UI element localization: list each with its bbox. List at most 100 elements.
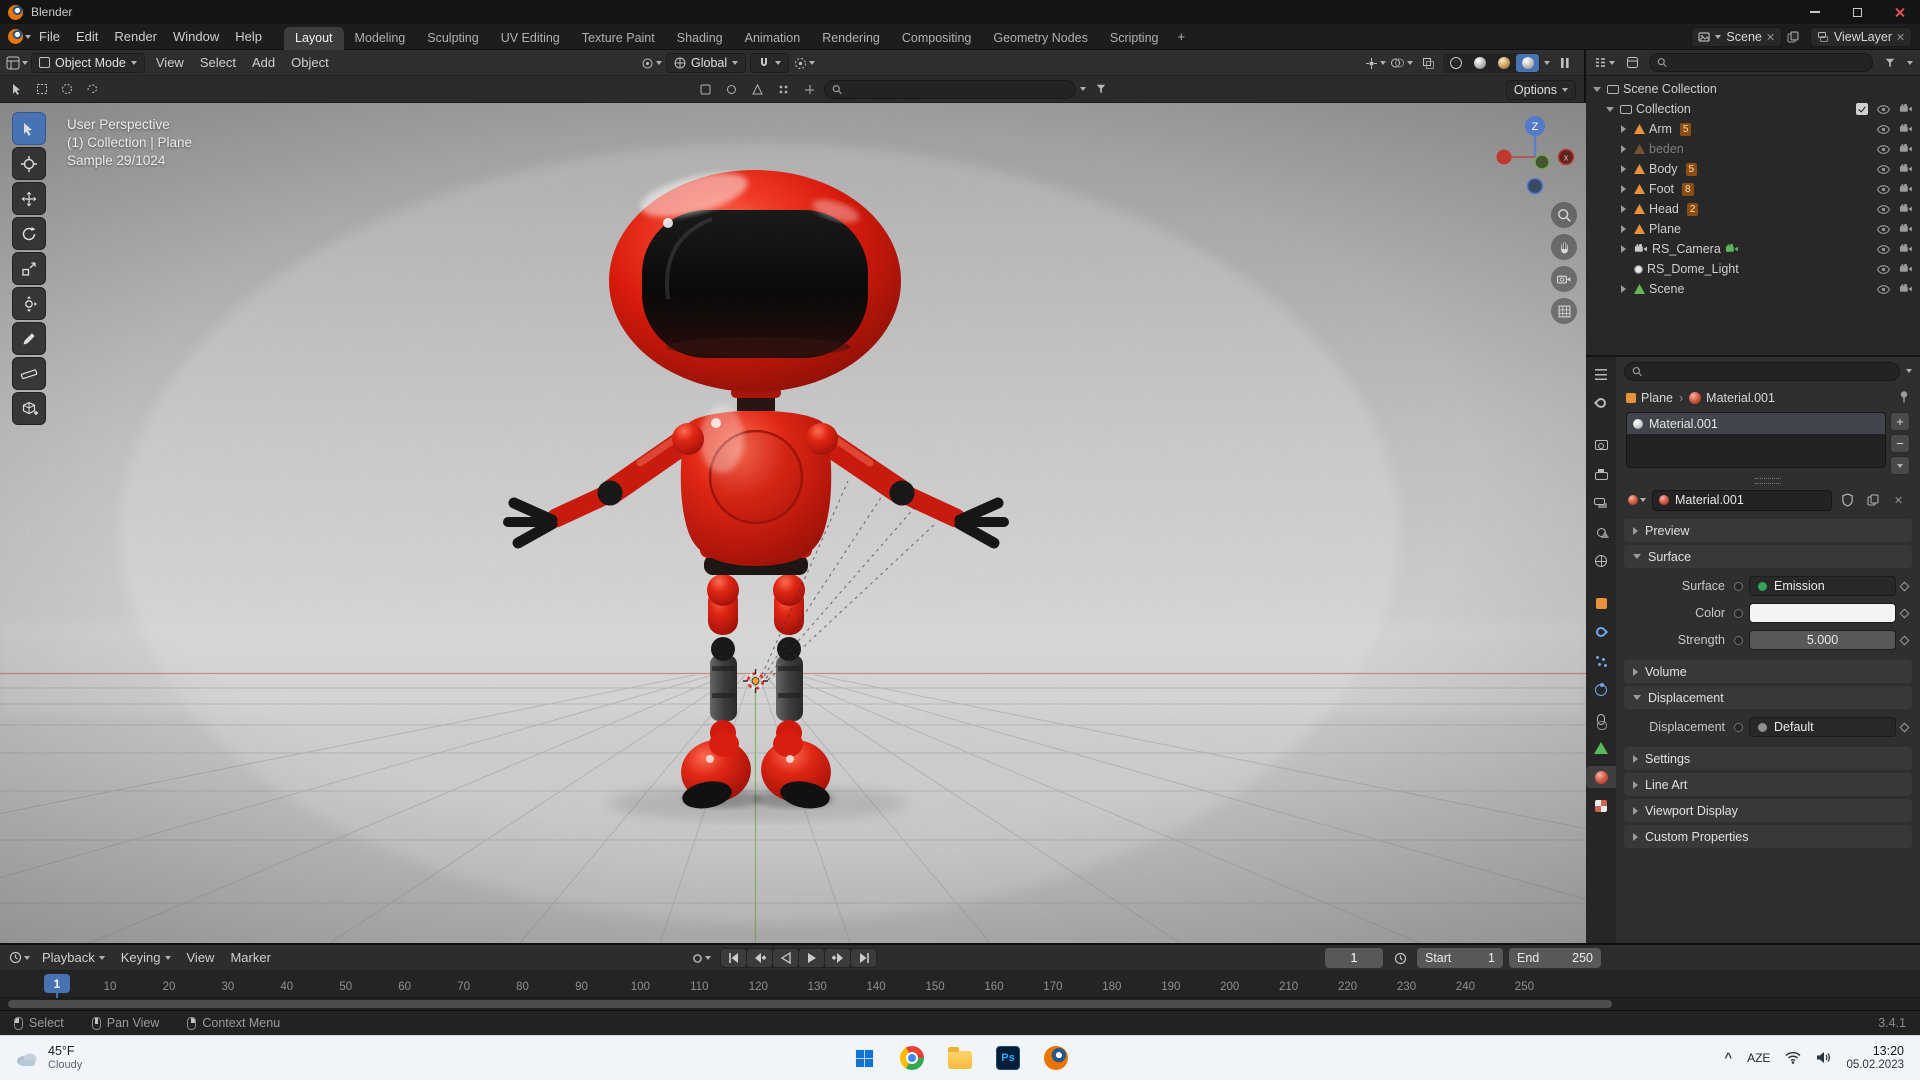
workspace-tab-rendering[interactable]: Rendering <box>811 27 891 50</box>
remove-slot-button[interactable]: − <box>1890 434 1910 453</box>
ortho-toggle-button[interactable] <box>1551 298 1577 324</box>
toolsettings-icon-2[interactable] <box>720 79 742 99</box>
workspace-tab-texture-paint[interactable]: Texture Paint <box>571 27 666 50</box>
language-indicator[interactable]: AZE <box>1747 1051 1770 1065</box>
frame-start-field[interactable]: Start 1 <box>1417 948 1503 968</box>
eye-icon[interactable] <box>1876 184 1891 195</box>
outliner-item-plane[interactable]: Plane <box>1586 219 1920 239</box>
menu-file[interactable]: File <box>31 27 68 46</box>
workspace-tab-geometry-nodes[interactable]: Geometry Nodes <box>982 27 1098 50</box>
material-name-field[interactable]: Material.001 <box>1652 489 1832 511</box>
outliner-editor-icon[interactable] <box>1593 53 1615 73</box>
taskbar-app-start[interactable] <box>844 1039 884 1077</box>
show-gizmo-button[interactable] <box>1364 53 1386 73</box>
wifi-icon[interactable] <box>1785 1051 1801 1065</box>
maximize-button[interactable] <box>1836 0 1878 24</box>
camera-icon[interactable] <box>1725 244 1739 254</box>
properties-tab-object[interactable] <box>1586 592 1616 614</box>
toolsettings-icon-1[interactable] <box>694 79 716 99</box>
timeline-ruler[interactable]: 1102030405060708090100110120130140150160… <box>0 971 1920 999</box>
proportional-editing-button[interactable] <box>793 53 815 73</box>
viewport-menu-view[interactable]: View <box>148 53 192 72</box>
workspace-tab-shading[interactable]: Shading <box>666 27 734 50</box>
eye-icon[interactable] <box>1876 164 1891 175</box>
editor-type-button[interactable] <box>6 53 28 73</box>
tool-scale[interactable] <box>12 252 46 285</box>
properties-tab-material[interactable] <box>1586 766 1616 788</box>
select-circle-button[interactable] <box>56 79 78 99</box>
outliner-search-input[interactable] <box>1672 55 1865 70</box>
timeline-editor-icon[interactable] <box>8 948 30 968</box>
camera-icon[interactable] <box>1899 144 1913 154</box>
options-button[interactable]: Options <box>1505 79 1576 100</box>
tool-transform[interactable] <box>12 287 46 320</box>
keyframe-decorator[interactable] <box>1896 610 1912 617</box>
gizmo-y-axis[interactable] <box>1534 154 1550 170</box>
timeline-menu-playback[interactable]: Playback <box>34 948 113 967</box>
snap-toggle[interactable] <box>750 53 790 73</box>
camera-icon[interactable] <box>1899 224 1913 234</box>
tool-select-box[interactable] <box>12 112 46 145</box>
field-color[interactable] <box>1749 603 1896 623</box>
outliner-item-body[interactable]: Body 5 <box>1586 159 1920 179</box>
properties-tab-particles[interactable] <box>1586 650 1616 672</box>
properties-tab-view-layer[interactable] <box>1586 492 1616 514</box>
shading-wireframe-button[interactable] <box>1444 54 1467 72</box>
viewport-canvas[interactable] <box>0 103 1586 943</box>
workspace-tab-scripting[interactable]: Scripting <box>1099 27 1170 50</box>
breadcrumb-material[interactable]: Material.001 <box>1706 391 1775 405</box>
keyframe-decorator[interactable] <box>1896 583 1912 590</box>
taskbar-app-photoshop[interactable]: Ps <box>988 1039 1028 1077</box>
menu-help[interactable]: Help <box>227 27 270 46</box>
play-reverse-button[interactable] <box>773 949 798 967</box>
camera-view-button[interactable] <box>1551 266 1577 292</box>
outliner-display-mode-icon[interactable] <box>1621 53 1643 73</box>
mode-select[interactable]: Object Mode <box>31 52 145 73</box>
select-tweak-button[interactable] <box>6 79 28 99</box>
camera-icon[interactable] <box>1899 204 1913 214</box>
tool-cursor[interactable] <box>12 147 46 180</box>
playhead[interactable]: 1 <box>44 974 70 999</box>
timeline-menu-view[interactable]: View <box>179 948 223 967</box>
frame-end-field[interactable]: End 250 <box>1509 948 1601 968</box>
camera-icon[interactable] <box>1899 264 1913 274</box>
tool-measure[interactable] <box>12 357 46 390</box>
workspace-tab-sculpting[interactable]: Sculpting <box>416 27 489 50</box>
workspace-tab-animation[interactable]: Animation <box>734 27 812 50</box>
navigation-gizmo[interactable]: Z x <box>1492 110 1578 196</box>
panel-header-viewport-display[interactable]: Viewport Display <box>1624 799 1912 822</box>
properties-tab-physics[interactable] <box>1586 679 1616 701</box>
camera-icon[interactable] <box>1899 124 1913 134</box>
eye-icon[interactable] <box>1876 224 1891 235</box>
gizmo-x-axis[interactable] <box>1496 149 1512 165</box>
field-strength[interactable]: 5.000 <box>1749 630 1896 650</box>
viewport-menu-object[interactable]: Object <box>283 53 337 72</box>
workspace-tab-uv-editing[interactable]: UV Editing <box>490 27 571 50</box>
scrollbar-thumb[interactable] <box>8 1000 1612 1008</box>
viewport-search[interactable] <box>824 79 1076 99</box>
shading-material-button[interactable] <box>1492 54 1515 72</box>
fake-user-shield-icon[interactable] <box>1836 490 1858 510</box>
outliner-item-head[interactable]: Head 2 <box>1586 199 1920 219</box>
toolsettings-icon-4[interactable] <box>772 79 794 99</box>
viewport-menu-select[interactable]: Select <box>192 53 244 72</box>
blender-menu-button[interactable] <box>8 27 31 47</box>
viewlayer-unlink-icon[interactable] <box>1897 33 1905 41</box>
field-displacement[interactable]: Default <box>1749 717 1896 737</box>
eye-icon[interactable] <box>1876 264 1891 275</box>
zoom-button[interactable] <box>1551 202 1577 228</box>
toolsettings-icon-3[interactable] <box>746 79 768 99</box>
breadcrumb-object[interactable]: Plane <box>1641 391 1673 405</box>
unlink-material-icon[interactable] <box>1888 490 1910 510</box>
duplicate-material-icon[interactable] <box>1862 490 1884 510</box>
menu-render[interactable]: Render <box>106 27 165 46</box>
outliner-item-scene[interactable]: Scene <box>1586 279 1920 299</box>
properties-search-input[interactable] <box>1647 364 1892 378</box>
pause-render-button[interactable] <box>1554 53 1576 73</box>
keyframe-decorator[interactable] <box>1896 637 1912 644</box>
scene-unlink-icon[interactable] <box>1767 33 1775 41</box>
browse-material-button[interactable] <box>1626 490 1648 510</box>
outliner-item-rs-dome-light[interactable]: RS_Dome_Light <box>1586 259 1920 279</box>
eye-icon[interactable] <box>1876 244 1891 255</box>
properties-editor-icon[interactable] <box>1586 363 1616 385</box>
